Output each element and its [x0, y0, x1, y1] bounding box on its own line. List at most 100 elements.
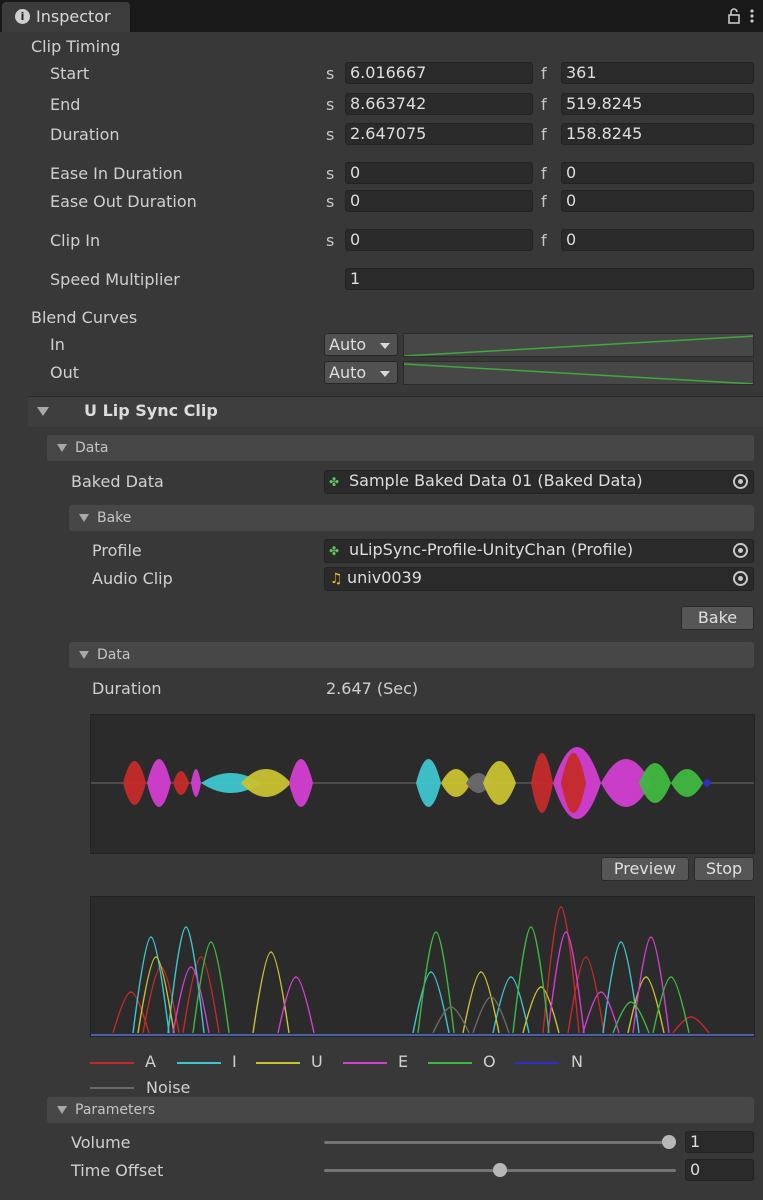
ease-out-f-unit: f: [541, 192, 547, 211]
legend-swatch-noise: [90, 1087, 134, 1089]
speed-multiplier-field[interactable]: 1: [345, 268, 754, 290]
waveform-segment: [703, 779, 711, 787]
legend-label-noise: Noise: [146, 1078, 191, 1097]
phoneme-curve: [417, 931, 455, 1034]
blend-out-curve[interactable]: [403, 361, 754, 385]
duration-frames-field[interactable]: 158.8245: [561, 123, 754, 145]
baked-data-field[interactable]: ✤ Sample Baked Data 01 (Baked Data): [324, 470, 754, 494]
start-seconds-field[interactable]: 6.016667: [345, 62, 533, 84]
foldout-data[interactable]: Data: [47, 435, 754, 461]
kebab-menu-icon[interactable]: [748, 8, 756, 24]
audio-clip-label: Audio Clip: [92, 569, 173, 588]
ease-out-label: Ease Out Duration: [50, 192, 197, 211]
foldout-arrow-icon: [79, 651, 89, 659]
legend-swatch-u: [256, 1062, 300, 1064]
bake-button[interactable]: Bake: [681, 606, 754, 630]
foldout-arrow-icon: [57, 1106, 67, 1114]
phoneme-curve: [462, 971, 500, 1034]
object-picker-icon[interactable]: [733, 474, 748, 489]
clip-in-label: Clip In: [50, 231, 101, 250]
duration-f-unit: f: [541, 125, 547, 144]
component-header[interactable]: U Lip Sync Clip: [28, 397, 763, 427]
object-picker-icon[interactable]: [733, 571, 748, 586]
volume-label: Volume: [71, 1133, 131, 1152]
chevron-down-icon: [380, 371, 390, 377]
foldout-bake[interactable]: Bake: [69, 505, 754, 531]
lock-icon[interactable]: [726, 8, 742, 24]
blend-in-curve[interactable]: [403, 333, 754, 357]
time-offset-field[interactable]: 0: [685, 1159, 754, 1181]
stop-button[interactable]: Stop: [694, 857, 754, 881]
waveform-segment: [671, 769, 703, 797]
ease-in-label: Ease In Duration: [50, 164, 183, 183]
waveform-segment: [241, 769, 291, 797]
legend-swatch-n: [515, 1062, 559, 1064]
profile-value: uLipSync-Profile-UnityChan (Profile): [349, 540, 634, 559]
start-frames-field[interactable]: 361: [561, 62, 754, 84]
clip-in-s-unit: s: [326, 231, 335, 250]
volume-field[interactable]: 1: [685, 1131, 754, 1153]
phoneme-curve: [512, 926, 550, 1034]
waveform-segment: [483, 761, 516, 805]
phoneme-curve: [547, 931, 585, 1034]
duration-info-value: 2.647 (Sec): [326, 679, 419, 698]
foldout-parameters[interactable]: Parameters: [47, 1097, 754, 1123]
volume-slider-thumb[interactable]: [662, 1135, 676, 1149]
foldout-parameters-label: Parameters: [75, 1102, 156, 1118]
audio-clip-value: univ0039: [347, 568, 422, 587]
clip-in-seconds-field[interactable]: 0: [345, 229, 533, 251]
duration-seconds-field[interactable]: 2.647075: [345, 123, 533, 145]
end-seconds-field[interactable]: 8.663742: [345, 93, 533, 115]
ease-out-s-unit: s: [326, 192, 335, 211]
phoneme-curve: [277, 976, 315, 1034]
tab-inspector-label: Inspector: [36, 7, 111, 26]
end-frames-field[interactable]: 519.8245: [561, 93, 754, 115]
duration-label: Duration: [50, 125, 120, 144]
blend-out-dropdown[interactable]: Auto: [324, 361, 398, 384]
ease-in-frames-field[interactable]: 0: [561, 162, 754, 184]
blend-in-dropdown[interactable]: Auto: [324, 333, 398, 356]
waveform-segment: [147, 759, 171, 807]
blend-curves-header: Blend Curves: [31, 308, 138, 327]
legend-label-o: O: [483, 1052, 496, 1071]
time-offset-slider-thumb[interactable]: [493, 1163, 507, 1177]
ease-out-seconds-field[interactable]: 0: [345, 190, 533, 212]
waveform-segment: [416, 759, 441, 807]
ease-out-frames-field[interactable]: 0: [561, 190, 754, 212]
chevron-down-icon: [380, 343, 390, 349]
phoneme-curve: [132, 936, 170, 1034]
audio-clip-field[interactable]: ♫ univ0039: [324, 567, 754, 591]
ease-in-s-unit: s: [326, 164, 335, 183]
phoneme-curve: [652, 976, 690, 1034]
asset-icon: ✤: [329, 544, 340, 558]
end-f-unit: f: [541, 95, 547, 114]
waveform-segment: [191, 769, 201, 797]
asset-icon: ✤: [329, 475, 340, 489]
foldout-data-label: Data: [75, 440, 109, 456]
time-offset-label: Time Offset: [71, 1161, 164, 1180]
phoneme-graph: [90, 896, 755, 1037]
phoneme-curve: [137, 956, 175, 1034]
foldout-inner-data[interactable]: Data: [69, 642, 754, 668]
phoneme-curve: [252, 951, 290, 1034]
audio-note-icon: ♫: [330, 571, 343, 587]
ease-in-seconds-field[interactable]: 0: [345, 162, 533, 184]
profile-field[interactable]: ✤ uLipSync-Profile-UnityChan (Profile): [324, 539, 754, 563]
phoneme-curve: [672, 1016, 710, 1034]
start-label: Start: [50, 64, 90, 83]
volume-slider-track[interactable]: [324, 1141, 676, 1144]
legend-swatch-o: [428, 1062, 472, 1064]
waveform-segment: [639, 763, 671, 803]
blend-out-label: Out: [50, 363, 80, 382]
blend-in-mode: Auto: [329, 335, 367, 354]
preview-button[interactable]: Preview: [601, 857, 689, 881]
phoneme-legend: A I U E O N Noise: [90, 1052, 755, 1097]
clip-in-frames-field[interactable]: 0: [561, 229, 754, 251]
legend-label-n: N: [571, 1052, 583, 1071]
object-picker-icon[interactable]: [733, 543, 748, 558]
speed-multiplier-label: Speed Multiplier: [50, 270, 180, 289]
waveform-segment: [531, 753, 553, 813]
phoneme-curve: [602, 941, 640, 1034]
baked-data-label: Baked Data: [71, 472, 164, 491]
clip-in-f-unit: f: [541, 231, 547, 250]
